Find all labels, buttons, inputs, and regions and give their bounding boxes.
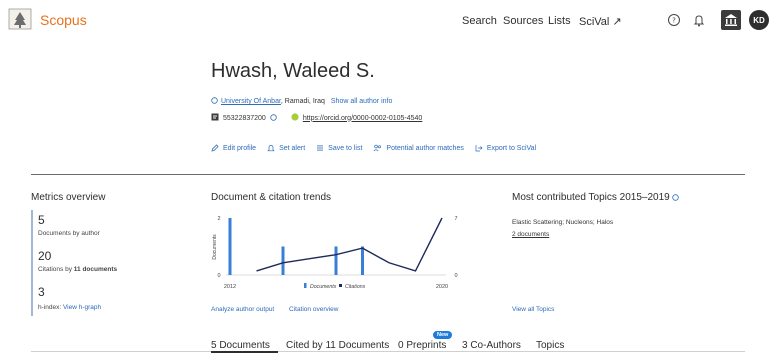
y-tick-label: 0 (217, 273, 220, 279)
hindex-value: 3 (38, 285, 45, 299)
user-avatar[interactable]: KD (749, 10, 769, 30)
view-all-topics-link[interactable]: View all Topics (512, 306, 554, 313)
legend-documents-label: Documents (310, 284, 337, 290)
tab-topics[interactable]: Topics (536, 340, 564, 351)
y-axis-label: Documents (212, 234, 218, 260)
affiliation-location: , Ramadi, Iraq (280, 98, 325, 105)
documents-count: 5 (38, 213, 45, 227)
citations-doc-count: 11 documents (73, 266, 118, 273)
orcid-link[interactable]: https://orcid.org/0000-0002-0105-4540 (303, 115, 422, 122)
edit-profile-button[interactable]: Edit profile (211, 144, 256, 152)
topics-title: Most contributed Topics 2015–2019 (512, 192, 680, 203)
tabs-baseline (31, 351, 745, 352)
documents-bar (281, 246, 285, 275)
elsevier-logo-icon[interactable] (8, 8, 32, 30)
affiliation-link[interactable]: University Of Anbar (221, 98, 281, 105)
tab-cited-by[interactable]: Cited by 11 Documents (286, 340, 389, 351)
hindex-label: h-index: (38, 304, 62, 311)
y2-tick-label: 0 (454, 273, 457, 279)
topic-name[interactable]: Elastic Scattering; Nucleons; Halos (512, 219, 613, 226)
trends-title: Document & citation trends (211, 192, 332, 203)
metrics-accent-bar (31, 210, 33, 316)
list-icon (317, 145, 324, 151)
tab-co-authors[interactable]: 3 Co-Authors (462, 340, 521, 351)
pencil-icon (211, 144, 219, 152)
scopus-id: 55322837200 (223, 114, 266, 122)
nav-lists[interactable]: Lists (548, 15, 571, 27)
nav-search[interactable]: Search (462, 15, 497, 27)
orcid-icon (291, 113, 299, 123)
institution-icon[interactable] (721, 10, 741, 30)
potential-author-matches-button[interactable]: Potential author matches (373, 144, 464, 152)
hindex-line: h-index: View h-graph (38, 304, 101, 311)
author-actions: Edit profile Set alert Save to list Pote… (211, 144, 536, 152)
x-tick-label: 2020 (436, 284, 448, 290)
bell-outline-icon (267, 145, 275, 152)
x-tick-label: 2012 (224, 284, 236, 290)
documents-bar (334, 246, 338, 275)
tab-documents[interactable]: 5 Documents (211, 340, 270, 351)
citation-overview-link[interactable]: Citation overview (289, 306, 339, 313)
legend-documents-swatch (304, 283, 307, 288)
people-icon (373, 144, 382, 152)
export-icon (475, 145, 483, 152)
documents-bar (228, 218, 232, 275)
documents-bar (361, 246, 364, 275)
y2-tick-label: 7 (454, 216, 457, 222)
documents-label: Documents by author (38, 230, 100, 237)
legend-citations-swatch (339, 284, 342, 287)
document-citation-chart: 0207DocumentsCitations20122020DocumentsC… (212, 216, 458, 290)
nav-sources[interactable]: Sources (503, 15, 543, 27)
author-ids-line: 55322837200 https://orcid.org/0000-0002-… (211, 113, 422, 123)
y-tick-label: 2 (217, 216, 220, 222)
metrics-overview-title: Metrics overview (31, 192, 106, 203)
nav-scival[interactable]: SciVal ↗ (579, 15, 622, 28)
legend-citations-label: Citations (345, 284, 366, 290)
help-icon[interactable]: ? (666, 12, 682, 28)
topic-documents-link[interactable]: 2 documents (512, 231, 549, 238)
view-h-graph-link[interactable]: View h-graph (63, 304, 101, 311)
author-name: Hwash, Waleed S. (211, 60, 375, 82)
tab-preprints[interactable]: 0 Preprints (398, 340, 446, 351)
svg-text:?: ? (672, 17, 676, 25)
set-alert-button[interactable]: Set alert (267, 144, 305, 152)
location-pin-icon (211, 97, 218, 106)
info-icon[interactable] (270, 113, 277, 123)
citations-label: Citations by 11 documents (38, 266, 118, 273)
export-to-scival-button[interactable]: Export to SciVal (475, 144, 536, 152)
show-all-author-info-link[interactable]: Show all author info (331, 98, 392, 105)
topics-info-icon[interactable] (672, 194, 680, 201)
citations-line (256, 217, 443, 272)
bell-icon[interactable] (691, 12, 707, 28)
analyze-author-output-link[interactable]: Analyze author output (211, 306, 274, 313)
section-divider (31, 174, 745, 175)
scopus-id-icon (211, 113, 219, 123)
new-badge: New (433, 331, 453, 339)
citations-count: 20 (38, 249, 52, 263)
affiliation-line: University Of Anbar, Ramadi, Iraq Show a… (211, 97, 392, 106)
save-to-list-button[interactable]: Save to list (316, 144, 362, 152)
scopus-brand[interactable]: Scopus (40, 12, 87, 28)
